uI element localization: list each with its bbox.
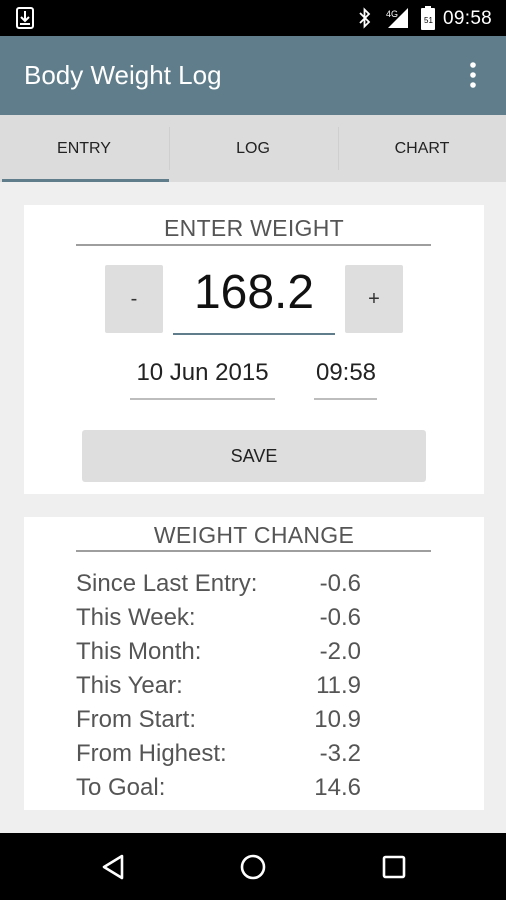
status-time: 09:58 <box>443 8 493 29</box>
date-field-underline <box>130 398 275 400</box>
tab-chart[interactable]: CHART <box>338 115 506 182</box>
overflow-menu-icon[interactable] <box>464 58 482 92</box>
stat-row-this-month: This Month: -2.0 <box>76 638 376 668</box>
stat-value: -0.6 <box>319 570 361 597</box>
stat-row-since-last-entry: Since Last Entry: -0.6 <box>76 570 376 600</box>
stat-row-from-start: From Start: 10.9 <box>76 706 376 736</box>
stat-row-to-goal: To Goal: 14.6 <box>76 774 376 804</box>
stat-row-this-year: This Year: 11.9 <box>76 672 376 702</box>
enter-weight-title: ENTER WEIGHT <box>164 215 344 241</box>
svg-text:51: 51 <box>424 16 433 25</box>
stat-label: This Year: <box>76 672 183 699</box>
stat-value: 11.9 <box>316 672 361 699</box>
tab-log[interactable]: LOG <box>169 115 337 182</box>
time-field[interactable]: 09:58 <box>314 359 378 387</box>
enter-weight-card: ENTER WEIGHT - 168.2 + 10 Jun 2015 09:58… <box>24 205 484 494</box>
weight-change-title: WEIGHT CHANGE <box>153 522 355 548</box>
stat-label: This Month: <box>76 638 202 665</box>
home-icon[interactable] <box>239 853 267 881</box>
stat-value: -0.6 <box>319 604 361 631</box>
status-bar: 4G 51 09:58 <box>0 0 506 36</box>
bluetooth-icon <box>359 7 371 29</box>
save-button[interactable]: SAVE <box>82 430 426 482</box>
stat-value: 14.6 <box>314 774 361 801</box>
stat-label: From Start: <box>76 706 197 733</box>
increase-weight-button[interactable]: + <box>345 265 403 333</box>
stat-value: -3.2 <box>319 740 361 767</box>
weight-change-card: WEIGHT CHANGE Since Last Entry: -0.6 Thi… <box>24 517 484 810</box>
date-field[interactable]: 10 Jun 2015 <box>130 359 275 387</box>
stat-value: -2.0 <box>319 638 361 665</box>
weight-input[interactable]: 168.2 <box>173 265 335 320</box>
weight-input-underline <box>173 333 335 335</box>
system-navigation-bar <box>0 833 506 900</box>
stat-label: Since Last Entry: <box>76 570 258 597</box>
tab-entry[interactable]: ENTRY <box>0 115 168 182</box>
cell-signal-icon: 4G <box>386 8 408 28</box>
app-title: Body Weight Log <box>24 60 222 90</box>
download-notification-icon <box>16 7 34 29</box>
app-bar: Body Weight Log <box>0 36 506 115</box>
battery-icon: 51 <box>421 6 435 30</box>
tab-bar: ENTRY LOG CHART <box>0 115 506 182</box>
section-divider <box>76 550 431 552</box>
svg-text:4G: 4G <box>386 9 398 19</box>
back-icon[interactable] <box>100 853 126 881</box>
recents-icon[interactable] <box>381 854 407 880</box>
time-field-underline <box>314 398 377 400</box>
decrease-weight-button[interactable]: - <box>105 265 163 333</box>
stat-value: 10.9 <box>314 706 361 733</box>
stat-label: From Highest: <box>76 740 227 767</box>
stat-row-this-week: This Week: -0.6 <box>76 604 376 634</box>
section-divider <box>76 244 431 246</box>
stat-label: This Week: <box>76 604 196 631</box>
stat-label: To Goal: <box>76 774 166 801</box>
stat-row-from-highest: From Highest: -3.2 <box>76 740 376 770</box>
active-tab-indicator <box>2 179 169 182</box>
